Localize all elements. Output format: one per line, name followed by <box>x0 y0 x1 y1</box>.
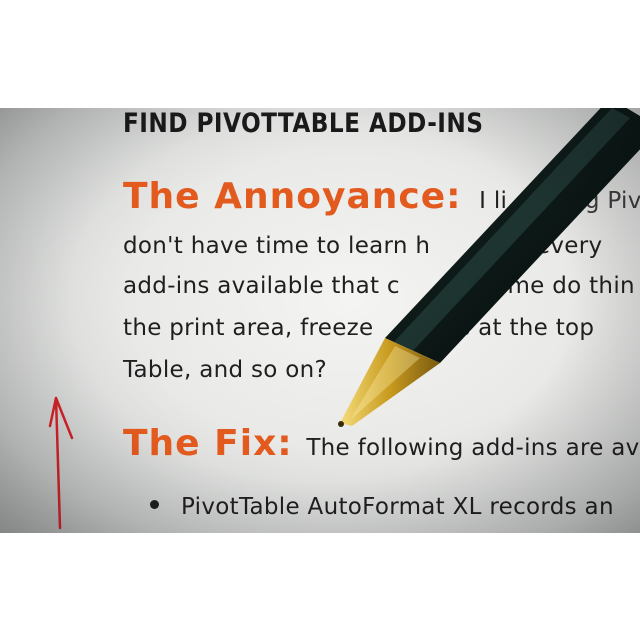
photo-page: FIND PIVOTTABLE ADD-INS The Annoyance: I… <box>0 108 640 533</box>
pen-image <box>338 108 640 427</box>
